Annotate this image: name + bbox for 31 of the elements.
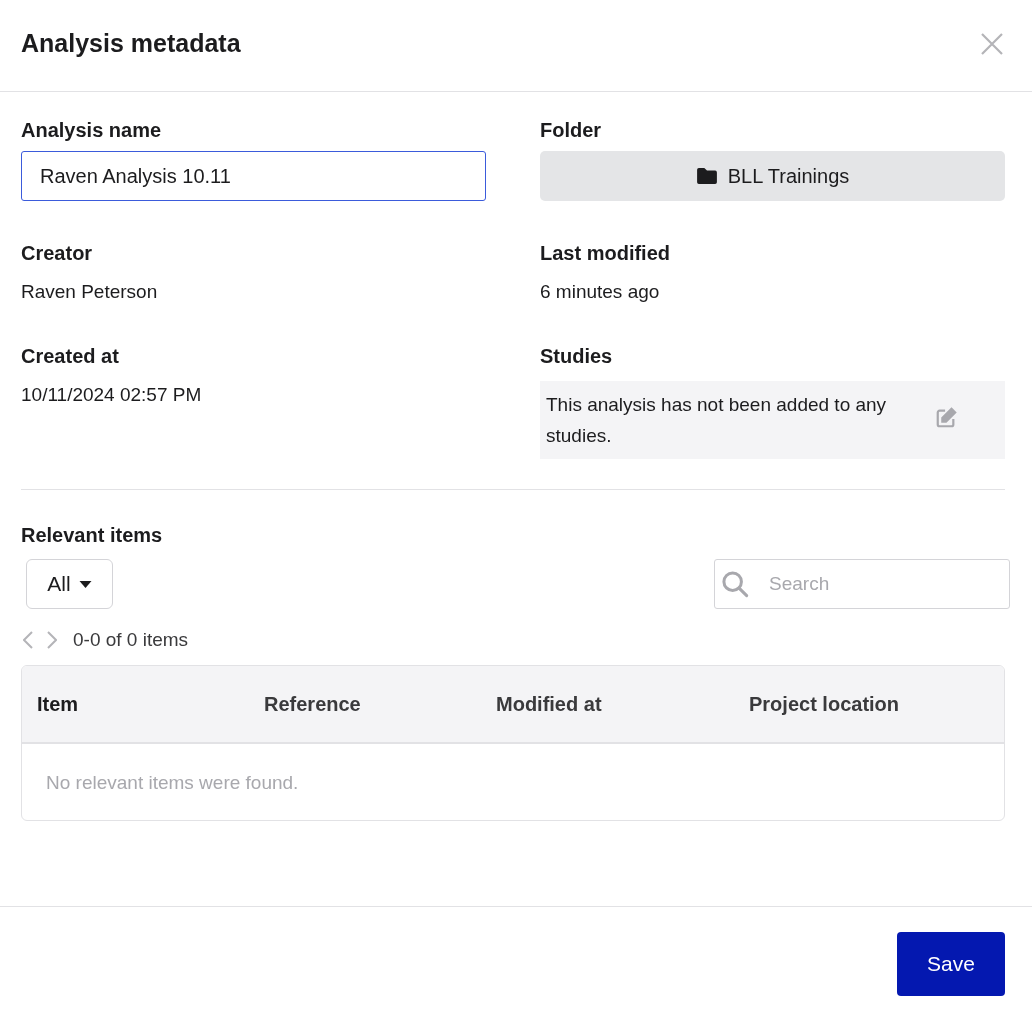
empty-message: No relevant items were found. — [45, 771, 300, 795]
close-button[interactable] — [980, 31, 1004, 56]
field-label: Folder — [540, 118, 603, 142]
column-header: Item — [37, 692, 80, 716]
chevron-left-icon — [23, 631, 33, 649]
dialog-title: Analysis metadata — [21, 29, 241, 58]
caret-icon — [78, 580, 92, 588]
edit-icon[interactable] — [935, 407, 957, 429]
field-label: Created at — [21, 344, 120, 368]
field-label: Analysis name — [21, 118, 163, 142]
field-label: Studies — [540, 344, 614, 368]
column-header: Reference — [264, 692, 362, 716]
field-value: 6 minutes ago — [540, 280, 661, 304]
analysis-name-field[interactable]: Raven Analysis 10.11 — [21, 151, 486, 201]
pagination-summary: 0-0 of 0 items — [73, 629, 189, 651]
column-header: Project location — [749, 692, 901, 716]
studies-text: This analysis has not been added to any studies. — [546, 393, 888, 448]
search-field[interactable]: Search — [714, 559, 1010, 609]
field-label: Creator — [21, 241, 94, 265]
field-label: Last modified — [540, 241, 671, 265]
save-button[interactable]: Save — [897, 931, 1005, 996]
close-icon — [980, 31, 1004, 56]
chevron-right-icon — [47, 631, 57, 649]
search-icon — [721, 570, 749, 598]
folder-icon — [695, 167, 718, 185]
field-value: Raven Peterson — [21, 280, 159, 304]
field-value: 10/11/2024 02:57 PM — [21, 383, 203, 407]
section-title: Relevant items — [21, 524, 164, 547]
filter-dropdown[interactable]: All — [26, 559, 113, 609]
column-header: Modified at — [496, 692, 603, 716]
folder-button[interactable]: BLL Trainings — [540, 151, 1005, 201]
